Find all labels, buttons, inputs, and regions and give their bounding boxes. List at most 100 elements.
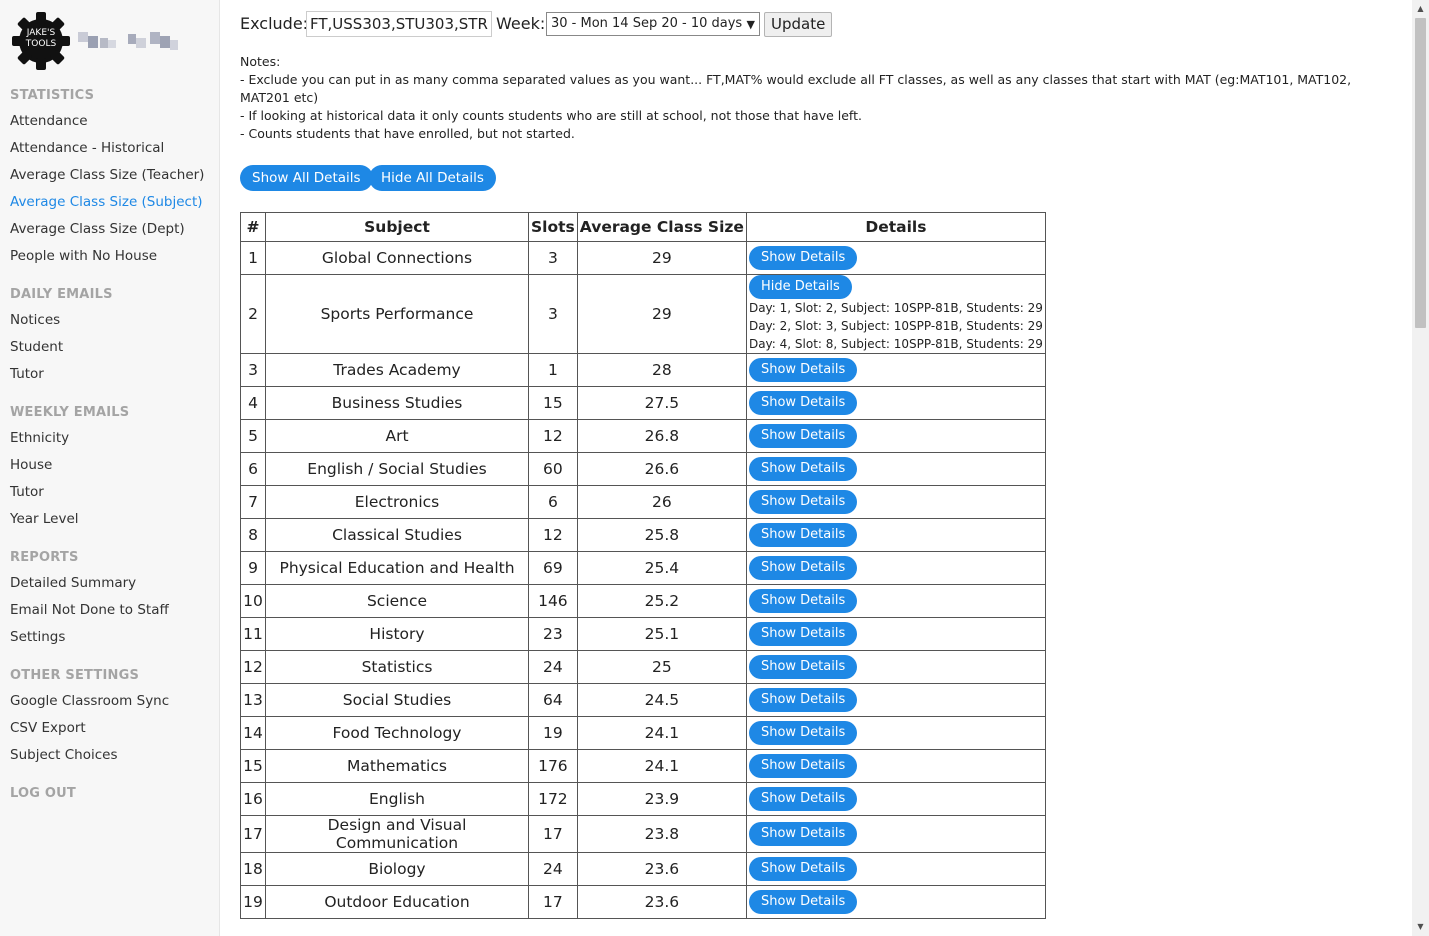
sidebar-item-detailed-summary[interactable]: Detailed Summary	[10, 575, 136, 591]
cell-average: 28	[576, 353, 747, 387]
show-details-button[interactable]: Show Details	[748, 890, 858, 914]
cell-subject: English	[265, 782, 529, 816]
show-details-button[interactable]: Show Details	[748, 523, 858, 547]
sidebar-item-notices[interactable]: Notices	[10, 312, 60, 328]
cell-subject: Statistics	[265, 650, 529, 684]
show-details-button[interactable]: Show Details	[748, 721, 858, 745]
sidebar-item-student[interactable]: Student	[10, 339, 63, 355]
show-details-button[interactable]: Show Details	[748, 490, 858, 514]
show-details-button[interactable]: Show Details	[748, 822, 858, 846]
user-name-blurred	[78, 30, 188, 52]
cell-average: 23.8	[576, 815, 747, 853]
table-body: 1 Global Connections 3 29 Show Details 2 Sport…	[240, 241, 1046, 919]
sidebar-item-subject-choices[interactable]: Subject Choices	[10, 747, 118, 763]
header-average-class-size: Average Class Size	[576, 212, 747, 242]
notes-line-2: - If looking at historical data it only …	[240, 108, 862, 123]
cell-number: 7	[240, 485, 266, 519]
logo-line-2: TOOLS	[25, 39, 57, 49]
show-all-details-button[interactable]: Show All Details	[240, 165, 373, 191]
sidebar-item-tutor[interactable]: Tutor	[10, 484, 44, 500]
sidebar-item-year-level[interactable]: Year Level	[10, 511, 79, 527]
exclude-input[interactable]	[306, 11, 492, 37]
week-select-value: 30 - Mon 14 Sep 20 - 10 days	[551, 16, 743, 31]
show-details-button[interactable]: Show Details	[748, 655, 858, 679]
table-row: 8 Classical Studies 12 25.8 Show Details	[240, 518, 1046, 552]
cell-number: 6	[240, 452, 266, 486]
cell-subject: Physical Education and Health	[265, 551, 529, 585]
jakes-tools-logo[interactable]: JAKE'S TOOLS	[10, 10, 72, 72]
sidebar-item-ethnicity[interactable]: Ethnicity	[10, 430, 69, 446]
scrollbar-thumb[interactable]	[1415, 18, 1426, 328]
scroll-down-arrow-icon[interactable]: ▼	[1412, 922, 1429, 931]
show-details-button[interactable]: Show Details	[748, 787, 858, 811]
exclude-label: Exclude:	[240, 14, 309, 33]
cell-details: Show Details	[745, 852, 1046, 886]
cell-subject: Sports Performance	[265, 274, 529, 354]
sidebar-item-csv-export[interactable]: CSV Export	[10, 720, 86, 736]
show-details-button[interactable]: Show Details	[748, 424, 858, 448]
cell-slots: 19	[528, 716, 578, 750]
cell-subject: Global Connections	[265, 241, 529, 275]
cell-subject: Outdoor Education	[265, 885, 529, 919]
sidebar-item-people-with-no-house[interactable]: People with No House	[10, 248, 157, 264]
cell-slots: 1	[528, 353, 578, 387]
sidebar-item-attendance-historical[interactable]: Attendance - Historical	[10, 140, 164, 156]
vertical-scrollbar[interactable]: ▲ ▼	[1412, 0, 1429, 936]
section-title-reports: REPORTS	[10, 550, 79, 565]
show-details-button[interactable]: Show Details	[748, 358, 858, 382]
hide-all-details-button[interactable]: Hide All Details	[369, 165, 496, 191]
section-title-log-out[interactable]: LOG OUT	[10, 786, 76, 801]
show-details-button[interactable]: Show Details	[748, 622, 858, 646]
sidebar-item-attendance[interactable]: Attendance	[10, 113, 88, 129]
show-details-button[interactable]: Show Details	[748, 391, 858, 415]
sidebar-item-average-class-size-subject[interactable]: Average Class Size (Subject)	[10, 194, 203, 210]
sidebar-item-tutor[interactable]: Tutor	[10, 366, 44, 382]
cell-subject: Classical Studies	[265, 518, 529, 552]
table-row: 12 Statistics 24 25 Show Details	[240, 650, 1046, 684]
sidebar: JAKE'S TOOLS STATISTICS Attendance Attenda…	[0, 0, 220, 936]
show-details-button[interactable]: Show Details	[748, 457, 858, 481]
table-row: 11 History 23 25.1 Show Details	[240, 617, 1046, 651]
table-row: 7 Electronics 6 26 Show Details	[240, 485, 1046, 519]
table-row: 1 Global Connections 3 29 Show Details	[240, 241, 1046, 275]
cell-slots: 24	[528, 852, 578, 886]
show-details-button[interactable]: Show Details	[748, 246, 858, 270]
sidebar-item-average-class-size-teacher[interactable]: Average Class Size (Teacher)	[10, 167, 204, 183]
cell-slots: 176	[528, 749, 578, 783]
cell-subject: Biology	[265, 852, 529, 886]
show-details-button[interactable]: Show Details	[748, 556, 858, 580]
cell-average: 29	[576, 274, 747, 354]
show-details-button[interactable]: Show Details	[748, 857, 858, 881]
cell-details: Show Details	[745, 749, 1046, 783]
sidebar-item-google-classroom-sync[interactable]: Google Classroom Sync	[10, 693, 169, 709]
cell-number: 17	[240, 815, 266, 853]
cell-subject: Design and Visual Communication	[265, 815, 529, 853]
cell-slots: 12	[528, 419, 578, 453]
cell-subject: Electronics	[265, 485, 529, 519]
cell-details: Show Details	[745, 617, 1046, 651]
cell-details: Hide Details Day: 1, Slot: 2, Subject: 10…	[745, 274, 1046, 354]
cell-slots: 17	[528, 815, 578, 853]
week-select[interactable]: 30 - Mon 14 Sep 20 - 10 days ▼	[546, 12, 760, 36]
detail-line: Day: 2, Slot: 3, Subject: 10SPP-81B, Stu…	[748, 319, 1043, 333]
cell-slots: 60	[528, 452, 578, 486]
hide-details-button[interactable]: Hide Details	[748, 275, 852, 299]
cell-average: 25.8	[576, 518, 747, 552]
chevron-down-icon: ▼	[746, 18, 755, 31]
cell-details: Show Details	[745, 782, 1046, 816]
show-details-button[interactable]: Show Details	[748, 754, 858, 778]
sidebar-item-average-class-size-dept[interactable]: Average Class Size (Dept)	[10, 221, 185, 237]
cell-subject: Trades Academy	[265, 353, 529, 387]
show-details-button[interactable]: Show Details	[748, 589, 858, 613]
cell-number: 19	[240, 885, 266, 919]
show-details-button[interactable]: Show Details	[748, 688, 858, 712]
sidebar-item-house[interactable]: House	[10, 457, 52, 473]
scroll-up-arrow-icon[interactable]: ▲	[1412, 4, 1429, 13]
table-row: 14 Food Technology 19 24.1 Show Details	[240, 716, 1046, 750]
table-row: 17 Design and Visual Communication 17 23.8 S…	[240, 815, 1046, 853]
section-title-other-settings: OTHER SETTINGS	[10, 668, 140, 683]
cell-details: Show Details	[745, 353, 1046, 387]
sidebar-item-email-not-done-to-staff[interactable]: Email Not Done to Staff	[10, 602, 169, 618]
update-button[interactable]: Update	[764, 12, 833, 37]
sidebar-item-settings[interactable]: Settings	[10, 629, 65, 645]
